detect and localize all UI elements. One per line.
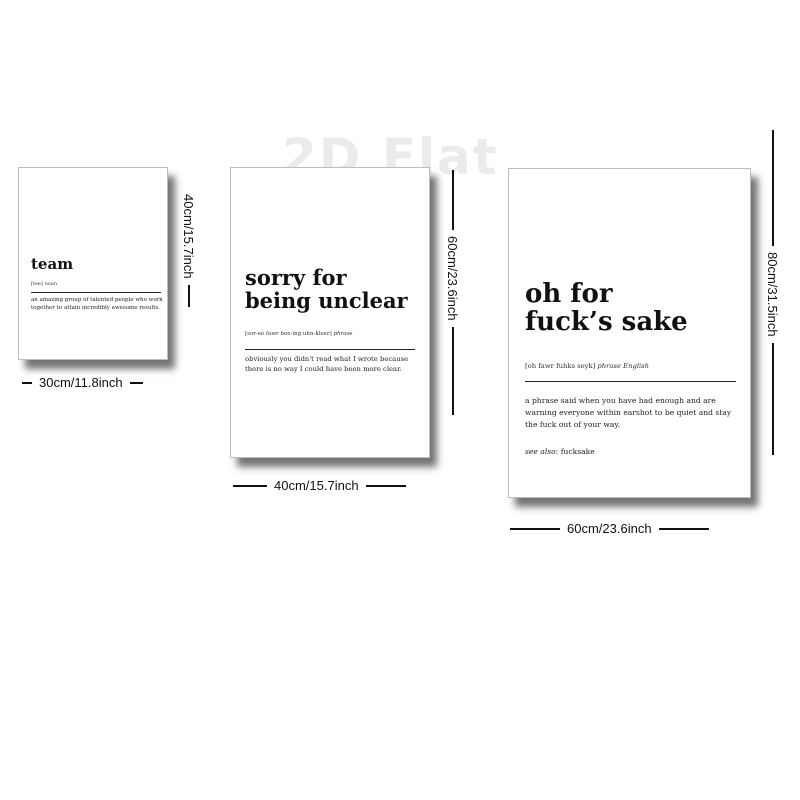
width-dimension-poster-2: 40cm/15.7inch [233,478,406,493]
part-of-speech: noun [44,281,58,287]
dimension-line [451,326,454,415]
height-dimension-poster-3: 80cm/31.5inch [765,130,780,455]
poster-word: sorry for being unclear [245,265,408,313]
poster-word-line-1: sorry for [245,265,347,290]
height-dimension-poster-2: 60cm/23.6inch [445,170,460,415]
part-of-speech: phrase English [597,362,650,370]
pronunciation-text: [sor-ee fawr bee-ing uhn-kleer] [245,331,332,337]
poster-oh-for-fucks-sake: oh for fuck’s sake [oh fawr fuhks seyk] … [508,168,751,498]
height-dimension-poster-1: 40cm/15.7inch [181,194,196,307]
width-label: 40cm/15.7inch [274,478,359,493]
dimension-line [510,527,560,530]
dimension-line [451,170,454,230]
dimension-line [771,342,774,455]
poster-word-line-2: being unclear [245,287,408,313]
height-label: 60cm/23.6inch [445,236,460,321]
poster-definition: an amazing group of talented people who … [31,297,163,311]
poster-word-line-1: oh for [525,279,613,309]
poster-pronunciation: [oh fawr fuhks seyk] phrase English [525,362,649,370]
height-label: 40cm/15.7inch [181,194,196,279]
height-label: 80cm/31.5inch [765,252,780,337]
dimension-line [233,484,267,487]
divider-rule [31,292,161,293]
width-dimension-poster-1: 30cm/11.8inch [22,375,143,390]
poster-pronunciation: [sor-ee fawr bee-ing uhn-kleer] phrase [245,331,353,337]
dimension-line [658,527,709,530]
width-label: 60cm/23.6inch [567,521,652,536]
poster-team: team [tee] noun an amazing group of tale… [18,167,168,360]
width-dimension-poster-3: 60cm/23.6inch [510,521,709,536]
poster-pronunciation: [tee] noun [31,281,57,287]
poster-see-also: see also: fucksake [525,447,595,456]
poster-definition: obviously you didn't read what I wrote b… [245,355,409,373]
dimension-line [771,130,774,246]
divider-rule [525,381,736,382]
dimension-line [187,284,190,307]
see-also-value: : fucksake [555,447,595,456]
poster-sorry-for-being-unclear: sorry for being unclear [sor-ee fawr bee… [230,167,430,458]
divider-rule [245,349,415,350]
part-of-speech: phrase [333,331,353,337]
dimension-line [365,484,406,487]
pronunciation-text: [tee] [31,281,43,287]
dimension-line [129,381,143,384]
see-also-label: see also [525,447,556,456]
poster-word: oh for fuck’s sake [525,280,688,336]
poster-word: team [31,255,74,273]
dimension-line [22,381,32,384]
poster-word-line-2: fuck’s sake [525,307,688,338]
poster-definition: a phrase said when you have had enough a… [525,396,732,429]
pronunciation-text: [oh fawr fuhks seyk] [525,362,596,370]
width-label: 30cm/11.8inch [39,375,123,390]
